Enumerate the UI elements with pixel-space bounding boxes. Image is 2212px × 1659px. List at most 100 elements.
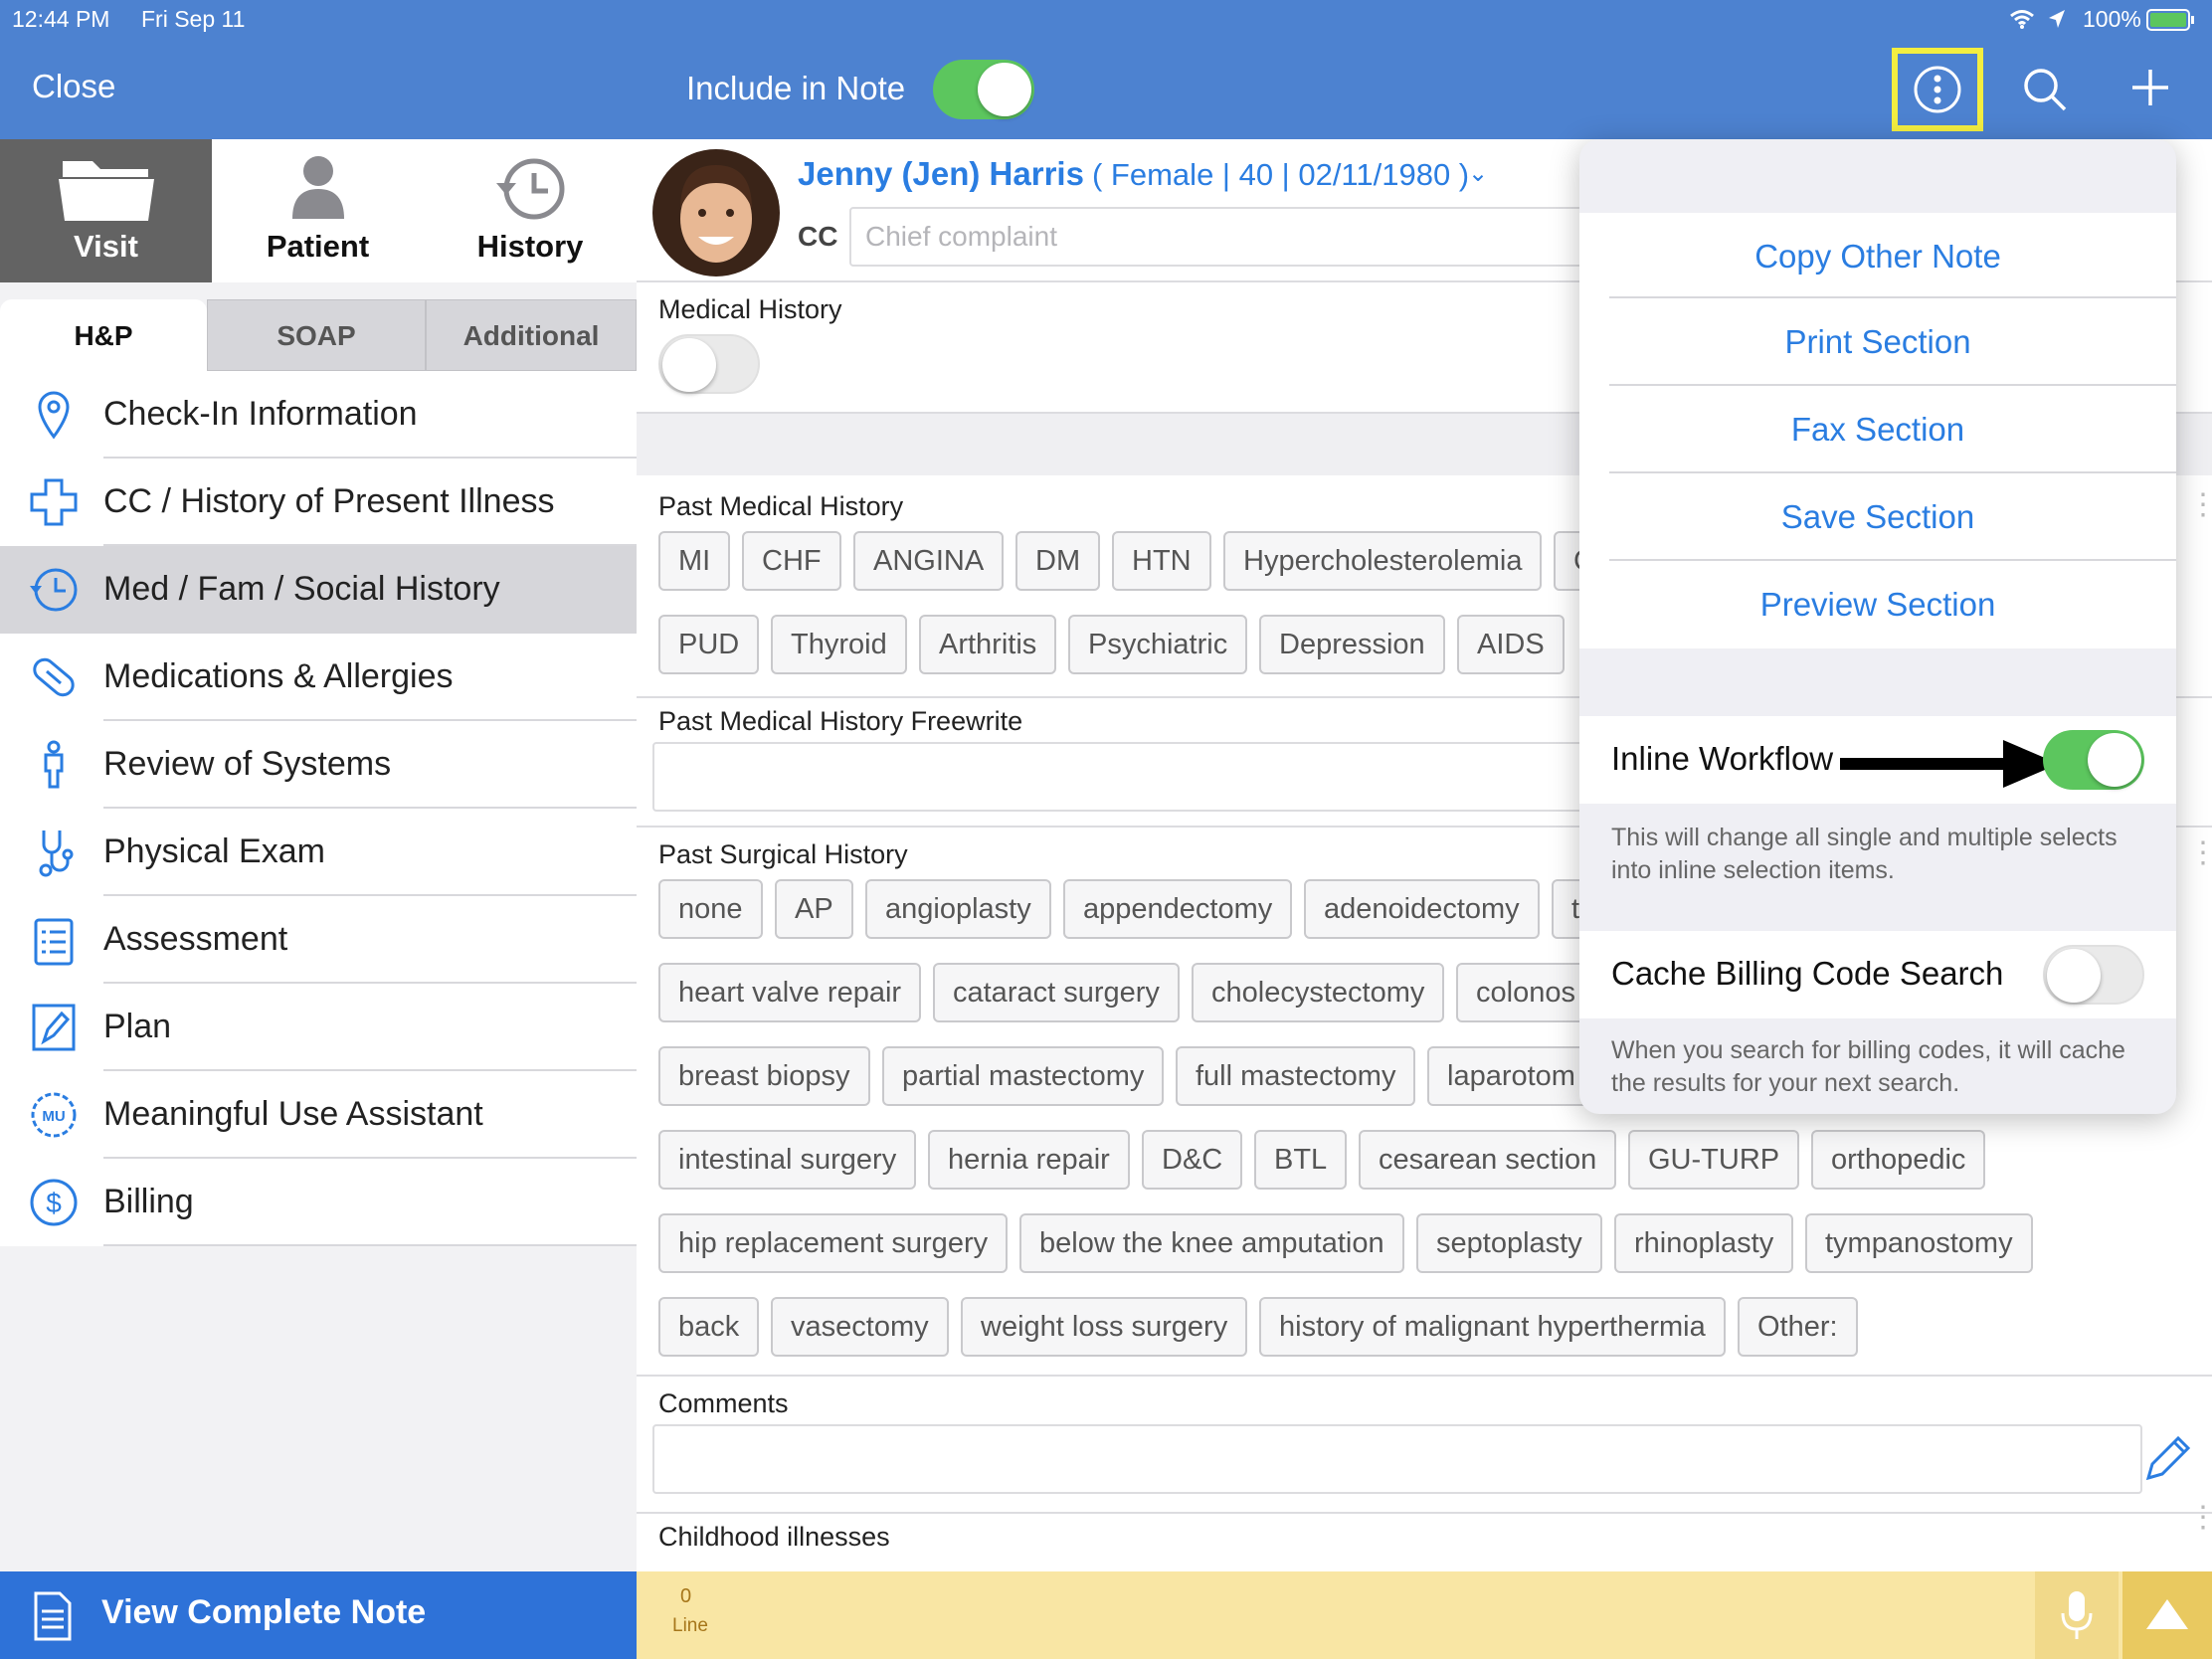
include-in-note-toggle[interactable]: [933, 60, 1034, 119]
medical-history-toggle[interactable]: [658, 334, 760, 394]
patient-name[interactable]: Jenny (Jen) Harris: [798, 155, 1084, 193]
option-chip[interactable]: tympanostomy: [1805, 1213, 2033, 1273]
patient-avatar[interactable]: [652, 149, 780, 281]
save-section-button[interactable]: Save Section: [1579, 473, 2176, 561]
comments-label: Comments: [658, 1388, 789, 1418]
option-chip[interactable]: cholecystectomy: [1192, 963, 1445, 1022]
option-chip[interactable]: MI: [658, 531, 731, 591]
print-section-button[interactable]: Print Section: [1579, 298, 2176, 386]
menu-item-assessment[interactable]: Assessment: [0, 896, 637, 984]
option-chip[interactable]: Other:: [1738, 1297, 1858, 1357]
option-chip[interactable]: full mastectomy: [1176, 1046, 1416, 1106]
microphone-icon: [2059, 1589, 2095, 1648]
menu-item-check-in[interactable]: Check-In Information: [0, 371, 637, 459]
option-chip[interactable]: HTN: [1112, 531, 1211, 591]
dictation-button[interactable]: [2035, 1571, 2119, 1659]
drag-handle-icon[interactable]: ⋮: [2188, 1503, 2212, 1533]
drag-handle-icon[interactable]: ⋮: [2188, 487, 2212, 522]
add-icon[interactable]: [2128, 66, 2172, 114]
tab-history[interactable]: History: [424, 139, 637, 282]
option-chip[interactable]: weight loss surgery: [961, 1297, 1248, 1357]
chevron-down-icon[interactable]: ⌄: [1468, 159, 1488, 188]
cache-billing-row: Cache Billing Code Search: [1579, 931, 2176, 1018]
option-chip[interactable]: PUD: [658, 615, 760, 674]
option-chip[interactable]: Arthritis: [919, 615, 1057, 674]
option-chip[interactable]: hernia repair: [928, 1130, 1130, 1190]
option-chip[interactable]: colonos: [1456, 963, 1595, 1022]
body-icon: [28, 739, 80, 791]
drag-handle-icon[interactable]: ⋮: [2188, 835, 2212, 870]
view-complete-note-button[interactable]: View Complete Note: [0, 1571, 637, 1659]
tab-patient[interactable]: Patient: [212, 139, 424, 282]
right-header: 100% Include in Note: [637, 0, 2212, 139]
status-date: Fri Sep 11: [141, 6, 246, 32]
option-chip[interactable]: back: [658, 1297, 760, 1357]
more-options-icon[interactable]: [1912, 64, 1963, 120]
option-chip[interactable]: heart valve repair: [658, 963, 922, 1022]
option-chip[interactable]: Depression: [1259, 615, 1445, 674]
expand-button[interactable]: [2122, 1571, 2212, 1659]
search-icon[interactable]: [2021, 66, 2069, 118]
option-chip[interactable]: cesarean section: [1359, 1130, 1617, 1190]
option-chip[interactable]: rhinoplasty: [1614, 1213, 1794, 1273]
subtab-hp[interactable]: H&P: [0, 299, 207, 371]
option-chip[interactable]: orthopedic: [1811, 1130, 1986, 1190]
copy-other-note-button[interactable]: Copy Other Note: [1579, 213, 2176, 300]
menu-item-plan[interactable]: Plan: [0, 984, 637, 1071]
menu-item-physical-exam[interactable]: Physical Exam: [0, 809, 637, 896]
menu-item-label: CC / History of Present Illness: [103, 482, 555, 520]
close-button[interactable]: Close: [32, 68, 115, 105]
option-chip[interactable]: breast biopsy: [658, 1046, 870, 1106]
clock-history-icon: [28, 564, 80, 616]
pencil-icon[interactable]: [2140, 1432, 2194, 1491]
comments-field[interactable]: [652, 1424, 2142, 1494]
option-chip[interactable]: angioplasty: [865, 879, 1051, 939]
option-chip[interactable]: CHF: [742, 531, 841, 591]
option-chip[interactable]: BTL: [1254, 1130, 1348, 1190]
menu-item-med-fam-social[interactable]: Med / Fam / Social History: [0, 546, 637, 634]
option-chip[interactable]: D&C: [1142, 1130, 1243, 1190]
option-chip[interactable]: cataract surgery: [933, 963, 1180, 1022]
menu-item-cc-hpi[interactable]: CC / History of Present Illness: [0, 459, 637, 546]
chief-complaint-field[interactable]: Chief complaint: [849, 207, 1605, 267]
main-tabs: Visit Patient History: [0, 139, 637, 282]
option-chip[interactable]: none: [658, 879, 763, 939]
cache-billing-toggle[interactable]: [2043, 945, 2144, 1005]
option-chip[interactable]: below the knee amputation: [1019, 1213, 1404, 1273]
preview-section-button[interactable]: Preview Section: [1579, 561, 2176, 648]
cc-label: CC: [798, 221, 838, 252]
option-chip[interactable]: Hypercholesterolemia: [1223, 531, 1543, 591]
option-chip[interactable]: AP: [775, 879, 853, 939]
option-chip[interactable]: Psychiatric: [1068, 615, 1248, 674]
option-chip[interactable]: history of malignant hyperthermia: [1259, 1297, 1726, 1357]
option-chip[interactable]: AIDS: [1457, 615, 1565, 674]
subtab-additional[interactable]: Additional: [426, 299, 637, 371]
tab-patient-label: Patient: [266, 229, 370, 264]
cache-billing-label: Cache Billing Code Search: [1611, 955, 2004, 992]
sub-tabs: H&P SOAP Additional: [0, 299, 637, 371]
menu-item-meaningful-use[interactable]: MU Meaningful Use Assistant: [0, 1071, 637, 1159]
option-chip[interactable]: ANGINA: [853, 531, 1005, 591]
subtab-soap[interactable]: SOAP: [207, 299, 426, 371]
option-chip[interactable]: adenoidectomy: [1304, 879, 1540, 939]
document-icon: [32, 1591, 74, 1646]
pmh-freewrite-field[interactable]: [652, 742, 1647, 812]
option-chip[interactable]: laparotom: [1427, 1046, 1595, 1106]
option-chip[interactable]: intestinal surgery: [658, 1130, 917, 1190]
option-chip[interactable]: septoplasty: [1416, 1213, 1602, 1273]
menu-item-ros[interactable]: Review of Systems: [0, 721, 637, 809]
option-chip[interactable]: Thyroid: [771, 615, 907, 674]
menu-item-medications[interactable]: Medications & Allergies: [0, 634, 637, 721]
option-chip[interactable]: hip replacement surgery: [658, 1213, 1009, 1273]
option-chip[interactable]: DM: [1015, 531, 1101, 591]
option-chip[interactable]: appendectomy: [1063, 879, 1293, 939]
option-chip[interactable]: GU-TURP: [1628, 1130, 1800, 1190]
menu-item-label: Plan: [103, 1008, 172, 1045]
fax-section-button[interactable]: Fax Section: [1579, 386, 2176, 473]
patient-details[interactable]: ( Female | 40 | 02/11/1980 ): [1092, 157, 1469, 193]
menu-item-billing[interactable]: $ Billing: [0, 1159, 637, 1246]
inline-workflow-toggle[interactable]: [2043, 730, 2144, 790]
option-chip[interactable]: partial mastectomy: [882, 1046, 1165, 1106]
option-chip[interactable]: vasectomy: [771, 1297, 949, 1357]
tab-visit[interactable]: Visit: [0, 139, 212, 282]
